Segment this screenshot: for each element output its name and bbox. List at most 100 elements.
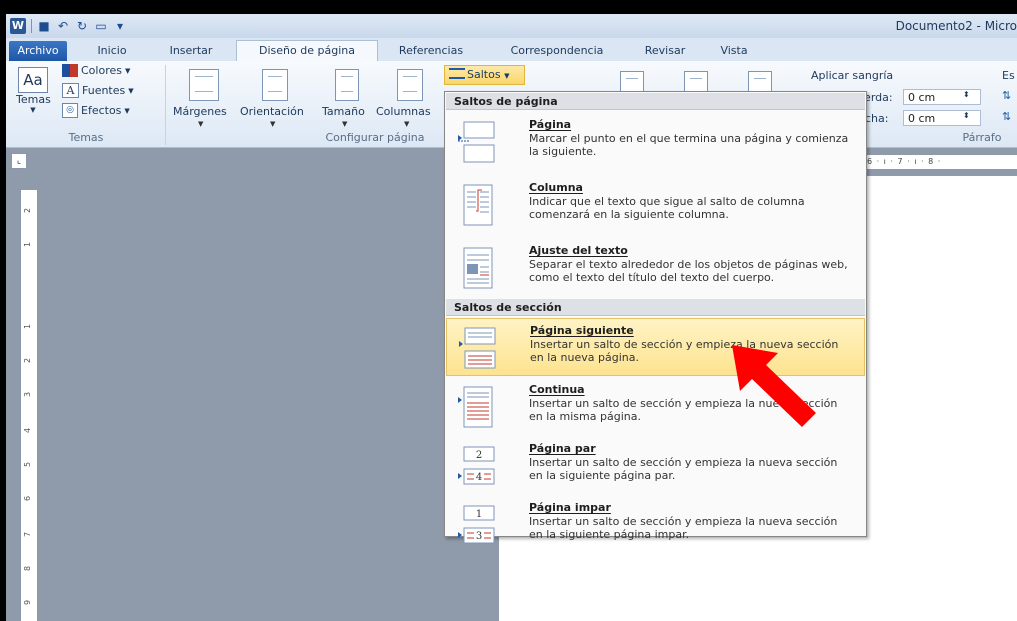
ruler-mark: 8 xyxy=(23,565,33,572)
menu-item-ajuste-texto[interactable]: Ajuste del texto Separar el texto alrede… xyxy=(446,239,865,297)
menu-item-description: Insertar un salto de sección y empieza l… xyxy=(529,515,838,541)
chevron-down-icon: ▼ xyxy=(270,120,276,128)
tab-correspondencia[interactable]: Correspondencia xyxy=(498,41,616,61)
efectos-label: Efectos xyxy=(81,104,122,117)
margenes-button[interactable]: Márgenes xyxy=(173,105,227,118)
group-label-configurar-pagina: Configurar página xyxy=(325,131,425,144)
save-icon[interactable]: ■ xyxy=(37,19,51,33)
word-window: W ■ ↶ ↻ ▭ ▾ Documento2 - Micro Archivo I… xyxy=(6,14,1017,621)
text-wrapping-break-icon xyxy=(463,247,493,289)
word-app-icon[interactable]: W xyxy=(10,18,26,34)
icon-page-number: 1 xyxy=(476,509,482,520)
ruler-mark: 4 xyxy=(23,427,33,434)
saltos-button[interactable]: Saltos ▼ xyxy=(444,65,525,85)
columns-icon xyxy=(397,69,423,101)
qat-separator xyxy=(31,19,32,33)
chevron-down-icon: ▼ xyxy=(404,120,410,128)
chevron-down-icon: ▼ xyxy=(128,86,134,95)
colores-label: Colores xyxy=(81,64,122,77)
menu-item-pagina-impar[interactable]: 1 3 Página impar Insertar un salto de se… xyxy=(446,496,865,554)
menu-item-description: Marcar el punto en el que termina una pá… xyxy=(529,132,849,158)
continuous-section-icon xyxy=(458,386,493,428)
temas-button[interactable]: Aa Temas ▼ xyxy=(16,67,51,125)
menu-item-title: Continua xyxy=(529,383,585,396)
chevron-down-icon: ▼ xyxy=(504,72,510,80)
column-break-icon xyxy=(463,184,493,226)
spinner-icon[interactable]: ⬍ xyxy=(963,90,970,99)
ruler-mark: 2 xyxy=(23,357,33,364)
quick-access-toolbar: W ■ ↶ ↻ ▭ ▾ xyxy=(10,17,127,35)
ruler-mark: 9 xyxy=(23,599,33,606)
chevron-down-icon: ▼ xyxy=(124,66,131,75)
orientation-icon xyxy=(262,69,288,101)
fuentes-button[interactable]: A Fuentes ▼ xyxy=(62,83,134,98)
tamano-button[interactable]: Tamaño xyxy=(322,105,365,118)
columnas-button[interactable]: Columnas xyxy=(376,105,431,118)
tab-insertar[interactable]: Insertar xyxy=(162,41,220,61)
menu-item-title: Ajuste del texto xyxy=(529,244,628,257)
undo-icon[interactable]: ↶ xyxy=(56,19,70,33)
even-page-section-icon: 2 4 xyxy=(458,446,495,485)
tab-diseno-pagina[interactable]: Diseño de página xyxy=(236,40,378,61)
margins-icon xyxy=(189,69,219,101)
temas-label: Temas xyxy=(16,93,51,106)
ruler-mark: 2 xyxy=(23,207,33,214)
ribbon-tabs: Archivo Inicio Insertar Diseño de página… xyxy=(6,38,1017,61)
tab-selector-icon[interactable]: ⌞ xyxy=(11,153,27,169)
icon-page-number: 3 xyxy=(476,531,482,542)
vertical-ruler: 2 1 1 2 3 4 5 6 7 8 9 xyxy=(20,190,38,621)
tab-vista[interactable]: Vista xyxy=(714,41,754,61)
ruler-mark: 5 xyxy=(23,461,33,468)
size-icon xyxy=(335,69,359,101)
ruler-mark: 7 xyxy=(23,531,33,538)
customize-qat-icon[interactable]: ▾ xyxy=(113,19,127,33)
orientacion-button[interactable]: Orientación xyxy=(240,105,304,118)
menu-item-pagina-par[interactable]: 2 4 Página par Insertar un salto de secc… xyxy=(446,437,865,495)
chevron-down-icon: ▼ xyxy=(342,120,348,128)
ruler-mark: 3 xyxy=(23,391,33,398)
tab-referencias[interactable]: Referencias xyxy=(391,41,471,61)
redo-icon[interactable]: ↻ xyxy=(75,19,89,33)
menu-item-title: Página siguiente xyxy=(530,324,634,337)
menu-item-pagina[interactable]: Página Marcar el punto en el que termina… xyxy=(446,113,865,171)
tab-archivo[interactable]: Archivo xyxy=(9,41,67,61)
group-label-parrafo: Párrafo xyxy=(962,131,1002,144)
horizontal-ruler: · ı · 6 · ı · 7 · ı · 8 · xyxy=(846,155,1017,169)
temas-icon: Aa xyxy=(18,67,48,93)
icon-page-number: 4 xyxy=(476,472,482,483)
fuentes-label: Fuentes xyxy=(82,84,126,97)
title-bar: W ■ ↶ ↻ ▭ ▾ Documento2 - Micro xyxy=(6,14,1017,38)
odd-page-section-icon: 1 3 xyxy=(458,505,495,544)
ruler-mark: 6 xyxy=(23,495,33,502)
saltos-label: Saltos xyxy=(467,68,501,81)
spacing-before-icon[interactable]: ⇅ xyxy=(1002,89,1011,102)
menu-item-columna[interactable]: Columna Indicar que el texto que sigue a… xyxy=(446,176,865,234)
aplicar-sangria-label: Aplicar sangría xyxy=(811,69,894,82)
menu-item-title: Columna xyxy=(529,181,583,194)
effects-icon: ◎ xyxy=(62,103,78,118)
menu-item-description: Insertar un salto de sección y empieza l… xyxy=(529,456,838,482)
fonts-icon: A xyxy=(62,83,79,98)
tab-inicio[interactable]: Inicio xyxy=(86,41,138,61)
chevron-down-icon: ▼ xyxy=(198,120,204,128)
red-arrow-annotation xyxy=(732,345,816,427)
menu-item-title: Página par xyxy=(529,442,596,455)
menu-item-title: Página xyxy=(529,118,572,131)
tab-revisar[interactable]: Revisar xyxy=(639,41,691,61)
menu-item-description: Indicar que el texto que sigue al salto … xyxy=(529,195,805,221)
spacing-after-icon[interactable]: ⇅ xyxy=(1002,110,1011,123)
spinner-icon[interactable]: ⬍ xyxy=(963,111,970,120)
efectos-button[interactable]: ◎ Efectos ▼ xyxy=(62,103,130,118)
sangria-derecha-label: cha: xyxy=(865,112,889,125)
print-preview-icon[interactable]: ▭ xyxy=(94,19,108,33)
group-label-temas: Temas xyxy=(68,131,104,144)
ruler-mark: 1 xyxy=(23,323,33,330)
menu-item-title: Página impar xyxy=(529,501,611,514)
espaciado-label: Es xyxy=(1002,69,1015,82)
next-page-section-icon xyxy=(459,327,496,369)
menu-section-saltos-pagina: Saltos de página xyxy=(446,93,865,110)
group-separator xyxy=(165,65,166,145)
colores-button[interactable]: Colores ▼ xyxy=(62,64,130,77)
breaks-icon xyxy=(449,68,465,79)
page-break-icon xyxy=(458,121,495,163)
